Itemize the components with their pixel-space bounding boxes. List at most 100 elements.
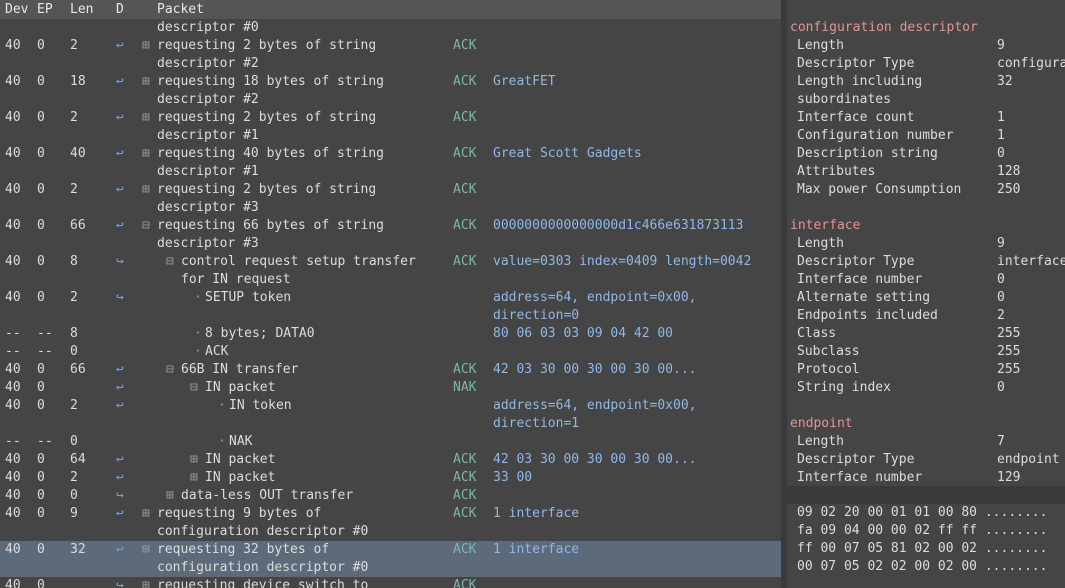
descriptor-field[interactable]: Interface number 0	[787, 271, 1065, 289]
expand-toggle[interactable]: ⊞	[166, 487, 174, 505]
descriptor-field[interactable]: Alternate setting 0	[787, 289, 1065, 307]
descriptor-field[interactable]: Length 9	[787, 235, 1065, 253]
packet-summary: descriptor #2	[157, 56, 259, 71]
descriptor-field[interactable]: Configuration number 1	[787, 127, 1065, 145]
dev-cell: 40	[5, 398, 21, 413]
descriptor-field[interactable]: Descriptor Type endpoint	[787, 451, 1065, 469]
table-row[interactable]: 40 0 0 ↪ ⊞ data-less OUT transfer ACK	[0, 487, 781, 505]
table-row[interactable]: 40 0 ↩ ⊟ IN packet NAK	[0, 379, 781, 397]
expand-toggle[interactable]: ⊞	[142, 37, 150, 55]
table-row[interactable]: 40 0 64 ↩ ⊞ IN packet ACK 42 03 30 00 30 00 30 …	[0, 451, 781, 469]
descriptor-field[interactable]: Length 7	[787, 433, 1065, 451]
column-header-direction[interactable]: D	[116, 1, 124, 19]
ep-cell: 0	[37, 542, 45, 557]
len-cell: 0	[70, 344, 78, 359]
packet-summary: control request setup transfer	[181, 254, 416, 269]
table-row[interactable]: -- -- 0 · NAK	[0, 433, 781, 451]
field-value: configuration	[997, 56, 1065, 71]
packet-summary: IN packet	[205, 380, 276, 395]
descriptor-field[interactable]: Interface count 1	[787, 109, 1065, 127]
column-header-ep[interactable]: EP	[37, 1, 53, 19]
tree-leaf-bullet: ·	[194, 290, 202, 305]
packet-summary: IN packet	[205, 470, 276, 485]
descriptor-detail-view[interactable]: configuration descriptor Length 9 Descripto…	[787, 19, 1065, 486]
hexdump-view[interactable]: 09 02 20 00 01 01 00 80 ........ fa 09 04…	[787, 504, 1065, 588]
table-row[interactable]: descriptor #0	[0, 19, 781, 37]
descriptor-field[interactable]: Protocol 255	[787, 361, 1065, 379]
expand-toggle[interactable]: ⊞	[190, 451, 198, 469]
field-name: subordinates	[797, 92, 891, 107]
packet-summary: 66B IN transfer	[181, 362, 299, 377]
packet-summary: NAK	[229, 434, 253, 449]
expand-toggle[interactable]: ⊞	[142, 181, 150, 199]
table-row[interactable]: 40 0 32 ↩ ⊞ requesting 32 bytes of configurati…	[0, 541, 781, 577]
descriptor-field[interactable]: Length including 32	[787, 73, 1065, 91]
detail-pane: configuration descriptor Length 9 Descripto…	[787, 19, 1065, 588]
table-row[interactable]: 40 0 ↪ ⊞ requesting device switch to ACK	[0, 577, 781, 588]
transaction-list-panel[interactable]: Dev EP Len D Packet descriptor #0 40 0 2 ↩ ⊞ r…	[0, 0, 781, 588]
column-header-len[interactable]: Len	[70, 1, 93, 19]
table-row[interactable]: 40 0 2 ↩ · IN token address=64, endpoint=0x00,…	[0, 397, 781, 433]
table-row[interactable]: 40 0 9 ↩ ⊞ requesting 9 bytes of configuration…	[0, 505, 781, 541]
column-header-dev[interactable]: Dev	[5, 1, 28, 19]
direction-icon: ↩	[116, 542, 124, 557]
tree-leaf-bullet: ·	[194, 326, 202, 341]
descriptor-field[interactable]: Descriptor Type interface	[787, 253, 1065, 271]
descriptor-field[interactable]: Descriptor Type configuration	[787, 55, 1065, 73]
field-value: 0	[997, 380, 1005, 395]
expand-toggle[interactable]: ⊞	[190, 469, 198, 487]
descriptor-field[interactable]: Class 255	[787, 325, 1065, 343]
field-value: 1	[997, 110, 1005, 125]
descriptor-field[interactable]: String index 0	[787, 379, 1065, 397]
expand-toggle[interactable]: ⊞	[142, 577, 150, 588]
descriptor-field[interactable]: Interface number 129	[787, 469, 1065, 487]
packet-detail: 42 03 30 00 30 00 30 00...	[493, 452, 697, 467]
hex-pane-splitter[interactable]	[787, 486, 1065, 504]
field-name: Subclass	[797, 344, 860, 359]
table-row[interactable]: 40 0 2 ↩ ⊞ IN packet ACK 33 00	[0, 469, 781, 487]
table-row[interactable]: -- -- 8 · 8 bytes; DATA0 80 06 03 03 09 04 42…	[0, 325, 781, 343]
expand-toggle[interactable]: ⊟	[190, 379, 198, 397]
table-row[interactable]: 40 0 18 ↩ ⊞ requesting 18 bytes of string desc…	[0, 73, 781, 109]
descriptor-field[interactable]: Endpoints included 2	[787, 307, 1065, 325]
ep-cell: --	[37, 434, 53, 449]
packet-summary: descriptor #2	[157, 92, 259, 107]
expand-toggle[interactable]: ⊞	[142, 73, 150, 91]
dev-cell: 40	[5, 362, 21, 377]
table-row[interactable]: 40 0 2 ↩ ⊞ requesting 2 bytes of string descri…	[0, 181, 781, 217]
expand-toggle[interactable]: ⊞	[142, 145, 150, 163]
ep-cell: 0	[37, 254, 45, 269]
packet-summary: requesting 2 bytes of string	[157, 110, 377, 125]
field-value: 0	[997, 272, 1005, 287]
table-row[interactable]: 40 0 66 ↩ ⊟ requesting 66 bytes of string desc…	[0, 217, 781, 253]
ep-cell: 0	[37, 578, 45, 588]
expand-toggle[interactable]: ⊞	[142, 109, 150, 127]
descriptor-field[interactable]: Length 9	[787, 37, 1065, 55]
table-row[interactable]: 40 0 66 ↩ ⊟ 66B IN transfer ACK 42 03 30 00 30 …	[0, 361, 781, 379]
expand-toggle[interactable]: ⊟	[166, 253, 174, 271]
expand-toggle[interactable]: ⊟	[142, 217, 150, 235]
table-row[interactable]: 40 0 40 ↩ ⊞ requesting 40 bytes of string desc…	[0, 145, 781, 181]
packet-summary: requesting 9 bytes of	[157, 506, 322, 521]
expand-toggle[interactable]: ⊟	[166, 361, 174, 379]
column-header-packet[interactable]: Packet	[157, 1, 204, 19]
table-row[interactable]: 40 0 2 ↩ ⊞ requesting 2 bytes of string descri…	[0, 109, 781, 145]
descriptor-field[interactable]: subordinates	[787, 91, 1065, 109]
descriptor-field[interactable]: Max power Consumption 250	[787, 181, 1065, 199]
table-row[interactable]: 40 0 2 ↪ · SETUP token address=64, endpoint=0x…	[0, 289, 781, 325]
table-row[interactable]: -- -- 0 · ACK	[0, 343, 781, 361]
descriptor-field[interactable]: Subclass 255	[787, 343, 1065, 361]
table-row[interactable]: 40 0 8 ↪ ⊟ control request setup transfer for …	[0, 253, 781, 289]
ep-cell: 0	[37, 74, 45, 89]
descriptor-field[interactable]: Description string 0	[787, 145, 1065, 163]
packet-summary: for IN request	[181, 272, 291, 287]
descriptor-field[interactable]: Attributes 128	[787, 163, 1065, 181]
direction-icon: ↩	[116, 110, 124, 125]
expand-toggle[interactable]: ⊞	[142, 541, 150, 559]
field-name: Descriptor Type	[797, 254, 915, 269]
expand-toggle[interactable]: ⊞	[142, 505, 150, 523]
dev-cell: 40	[5, 380, 21, 395]
packet-summary: requesting 2 bytes of string	[157, 38, 377, 53]
table-row[interactable]: 40 0 2 ↩ ⊞ requesting 2 bytes of string descri…	[0, 37, 781, 73]
